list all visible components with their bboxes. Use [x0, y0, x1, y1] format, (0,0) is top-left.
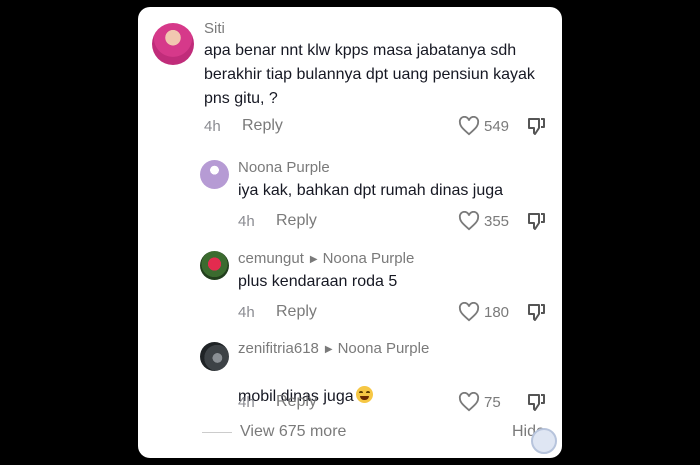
avatar[interactable]: [200, 251, 229, 280]
avatar[interactable]: [152, 23, 194, 65]
avatar[interactable]: [200, 160, 229, 189]
heart-icon: [458, 211, 480, 231]
comment-username[interactable]: zenifitria618 ▶ Noona Purple: [238, 340, 429, 357]
comment-username[interactable]: cemungut ▶ Noona Purple: [238, 250, 414, 267]
avatar[interactable]: [200, 342, 229, 371]
comment-username[interactable]: Noona Purple: [238, 159, 330, 176]
comment-text: apa benar nnt klw kpps masa jabatanya sd…: [204, 42, 535, 107]
comments-panel: Siti apa benar nnt klw kpps masa jabatan…: [138, 7, 562, 458]
comment-text: iya kak, bahkan dpt rumah dinas juga: [238, 182, 504, 199]
like-count: 75: [484, 393, 501, 411]
like-count: 355: [484, 212, 510, 230]
settings-overlay-icon[interactable]: [531, 428, 557, 454]
reply-button[interactable]: Reply: [276, 303, 317, 321]
comment-time: 4h: [238, 304, 255, 321]
dislike-icon[interactable]: [526, 211, 546, 231]
comment-time: 4h: [238, 213, 255, 230]
reply-button[interactable]: Reply: [276, 212, 317, 230]
reply-button[interactable]: Reply: [242, 117, 283, 135]
like-button[interactable]: 75: [458, 392, 501, 412]
reply-arrow-icon: ▶: [324, 344, 333, 355]
like-count: 549: [484, 117, 510, 135]
heart-icon: [458, 116, 480, 136]
like-button[interactable]: 549: [458, 116, 509, 136]
dislike-icon[interactable]: [526, 392, 546, 412]
username-text[interactable]: cemungut: [238, 250, 304, 267]
view-more-replies-button[interactable]: View 675 more: [240, 423, 346, 441]
username-text[interactable]: zenifitria618: [238, 340, 319, 357]
heart-icon: [458, 302, 480, 322]
reply-to-username[interactable]: Noona Purple: [338, 340, 430, 357]
grinning-sweat-emoji-icon: [355, 386, 373, 403]
reply-to-username[interactable]: Noona Purple: [323, 250, 415, 267]
like-button[interactable]: 180: [458, 302, 509, 322]
comment-text: plus kendaraan roda 5: [238, 273, 398, 290]
reply-arrow-icon: ▶: [309, 254, 318, 265]
reply-button[interactable]: Reply: [276, 393, 317, 411]
comment-username[interactable]: Siti: [204, 20, 225, 37]
comment-time: 4h: [204, 118, 221, 135]
dislike-icon[interactable]: [526, 116, 546, 136]
comment-time: 4h: [238, 394, 255, 411]
like-count: 180: [484, 303, 510, 321]
heart-icon: [458, 392, 480, 412]
dislike-icon[interactable]: [526, 302, 546, 322]
like-button[interactable]: 355: [458, 211, 509, 231]
divider: [202, 432, 232, 433]
